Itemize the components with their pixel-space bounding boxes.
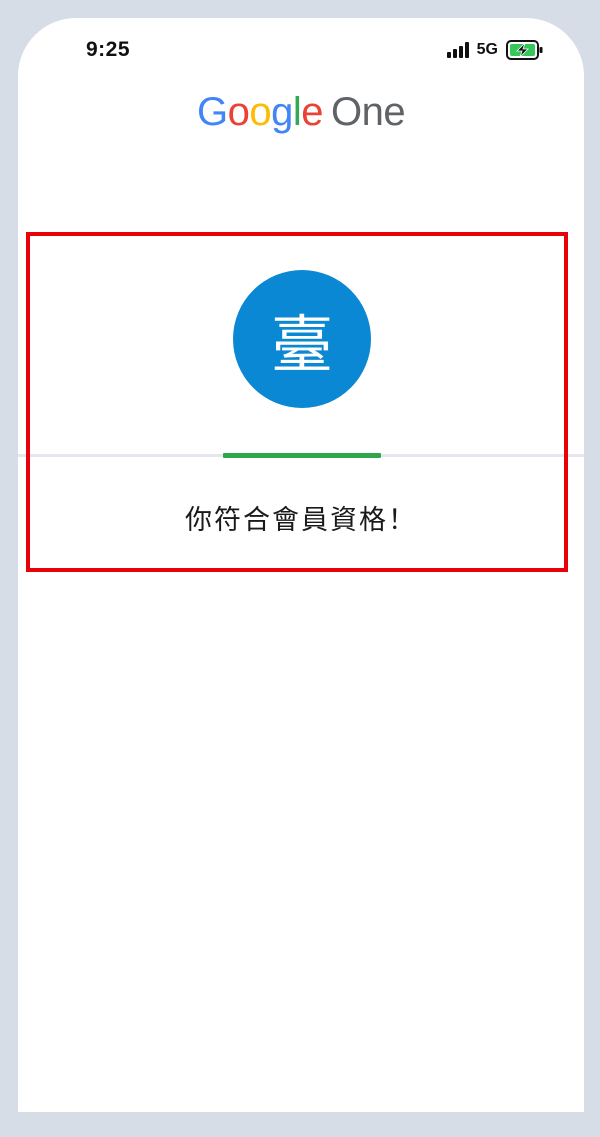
logo-letter: o xyxy=(249,90,272,134)
logo-letter: l xyxy=(292,90,302,134)
status-time: 9:25 xyxy=(86,38,131,61)
logo-letter: o xyxy=(227,90,250,134)
signal-icon xyxy=(446,42,469,58)
phone-screen: 9:25 5G Google One 臺 你符合會員資格！ xyxy=(18,18,584,1112)
logo-letter: G xyxy=(196,90,228,134)
highlight-box xyxy=(26,232,568,572)
google-one-logo: Google One xyxy=(18,90,584,135)
status-icons: 5G xyxy=(446,40,544,60)
logo-letter: e xyxy=(301,90,323,134)
logo-product: One xyxy=(330,90,406,134)
battery-charging-icon xyxy=(506,40,544,60)
network-type: 5G xyxy=(476,41,498,58)
logo-letter: g xyxy=(271,90,293,134)
device-frame: 9:25 5G Google One 臺 你符合會員資格！ xyxy=(0,0,600,1137)
